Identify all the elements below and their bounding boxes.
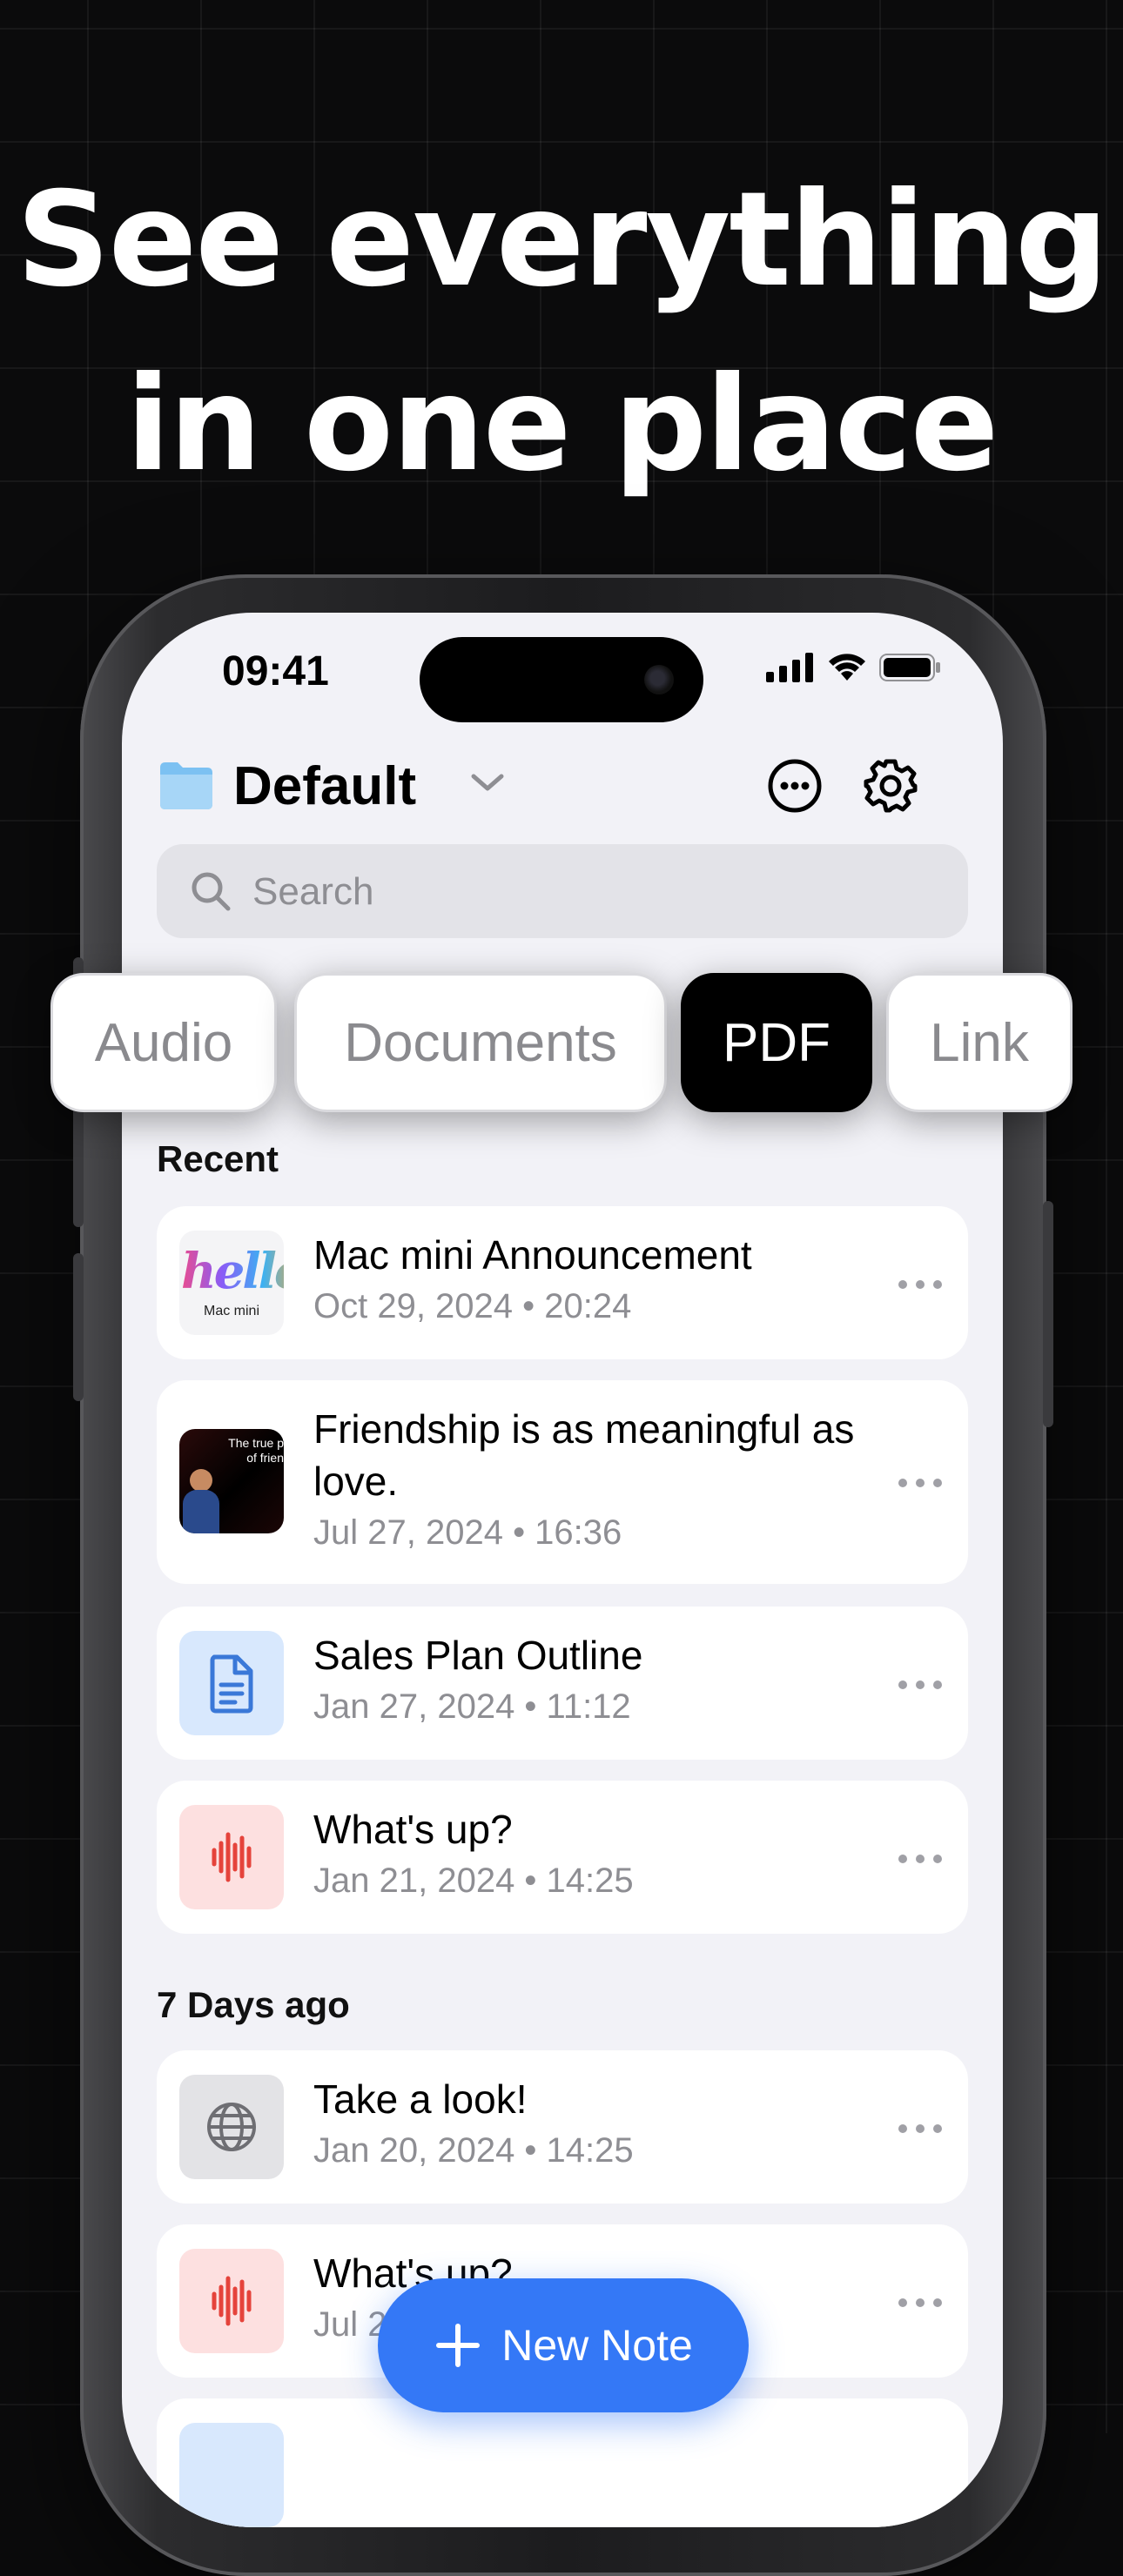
note-more-icon[interactable] [898,1476,942,1490]
video-thumbnail: The true p of frien [179,1429,284,1533]
phone-screen: 09:41 Default Search Recent hell Mac min… [122,613,1003,2527]
note-date: Jan 27, 2024 • 11:12 [313,1687,631,1726]
waveform-icon [212,2276,252,2326]
waveform-icon [212,1832,252,1882]
battery-icon [879,654,940,681]
status-icons [766,653,942,682]
section-recent: Recent [157,1138,279,1179]
mac-mini-caption: Mac mini [203,1304,259,1318]
note-card[interactable]: What's up? Jan 21, 2024 • 14:25 [157,1781,968,1934]
note-title: What's up? [313,1807,513,1852]
headline-line-2: in one place [125,349,999,500]
gear-icon[interactable] [862,757,919,815]
search-bar[interactable]: Search [157,844,968,938]
volume-down-button [73,1253,84,1401]
mac-mini-thumbnail: hello Mac mini [179,1231,284,1335]
note-title: Mac mini Announcement [313,1232,752,1278]
new-note-button[interactable]: New Note [378,2278,749,2412]
globe-icon [207,2103,256,2151]
note-date: Oct 29, 2024 • 20:24 [313,1287,632,1325]
note-more-icon[interactable] [898,2296,942,2310]
note-title: Friendship is as meaningful as love. [313,1406,855,1504]
note-card[interactable]: hello Mac mini Mac mini Announcement Oct… [157,1206,968,1359]
dynamic-island [420,637,703,722]
note-title: Sales Plan Outline [313,1633,643,1678]
search-icon [192,872,231,911]
note-title: Take a look! [313,2076,528,2122]
link-thumbnail [179,2075,284,2179]
folder-icon [160,762,212,809]
hello-logo: hello [181,1243,284,1300]
search-placeholder: Search [252,870,374,913]
section-7-days-ago: 7 Days ago [157,1984,350,2025]
note-date: Jul 2 [313,2305,387,2344]
audio-thumbnail [179,1805,284,1909]
document-thumbnail [179,1631,284,1735]
wifi-icon [829,654,865,681]
video-caption: The true p of frien [228,1436,284,1465]
tab-pdf[interactable]: PDF [681,973,872,1112]
note-date: Jan 21, 2024 • 14:25 [313,1862,634,1900]
document-icon [210,1654,253,1714]
note-more-icon[interactable] [898,1852,942,1866]
more-options-icon[interactable] [766,757,824,815]
folder-header: Default [157,752,968,822]
document-thumbnail [179,2423,284,2527]
note-card[interactable]: Take a look! Jan 20, 2024 • 14:25 [157,2050,968,2204]
tab-link[interactable]: Link [886,973,1073,1112]
new-note-label: New Note [501,2321,693,2370]
folder-name[interactable]: Default [233,755,416,817]
note-more-icon[interactable] [898,2122,942,2136]
note-more-icon[interactable] [898,1678,942,1692]
power-button [1043,1201,1053,1427]
note-date: Jul 27, 2024 • 16:36 [313,1513,622,1552]
plus-icon [436,2324,481,2367]
chevron-down-icon[interactable] [468,769,507,795]
cellular-signal-icon [766,653,813,682]
note-card[interactable] [157,2398,968,2527]
note-date: Jan 20, 2024 • 14:25 [313,2131,634,2170]
headline-line-1: See everything [16,164,1109,316]
headline: See everything in one place [0,148,1123,517]
note-card[interactable]: The true p of frien Friendship is as mea… [157,1380,968,1584]
status-time: 09:41 [222,648,329,694]
audio-thumbnail [179,2249,284,2353]
tab-documents[interactable]: Documents [294,973,667,1112]
tab-audio[interactable]: Audio [50,973,277,1112]
note-card[interactable]: Sales Plan Outline Jan 27, 2024 • 11:12 [157,1607,968,1760]
note-more-icon[interactable] [898,1278,942,1291]
